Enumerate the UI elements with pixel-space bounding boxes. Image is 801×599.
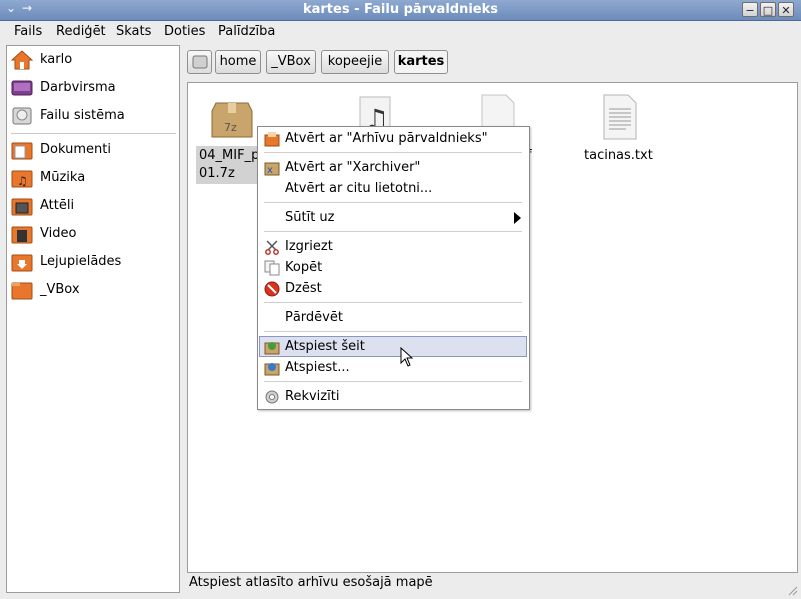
properties-icon [265,390,279,404]
close-button[interactable]: ✕ [778,2,794,17]
sidebar-item-karlo[interactable]: karlo [7,47,179,73]
submenu-arrow-icon [514,212,521,224]
text-file-icon [603,94,637,140]
sidebar-item-label: Lejupielādes [40,254,122,269]
status-bar: Atspiest atlasīto arhīvu esošajā mapē [189,575,433,590]
menu-bar: Fails Rediģēt Skats Doties Palīdzība [0,21,801,43]
menu-item-properties[interactable]: Rekvizīti [259,386,527,407]
sidebar-item-label: _VBox [40,282,80,297]
mouse-cursor-icon [400,347,414,367]
svg-text:♫: ♫ [17,174,28,188]
archive-manager-icon [264,132,280,147]
path-root-button[interactable] [187,50,212,74]
menu-item-send-to[interactable]: Sūtīt uz [259,207,527,228]
folder-pictures-icon [11,198,33,216]
menu-palidziba[interactable]: Palīdzība [218,24,275,39]
home-folder-icon [11,50,33,70]
menu-doties[interactable]: Doties [164,24,205,39]
folder-video-icon [11,226,33,244]
delete-icon [264,281,280,297]
extract-icon [264,363,280,376]
menu-rediget[interactable]: Rediģēt [56,24,106,39]
drive-icon [12,107,32,125]
sidebar-item-label: Attēli [40,198,75,213]
folder-documents-icon [11,142,33,160]
folder-music-icon: ♫ [11,170,33,188]
sidebar-item-label: Video [40,226,77,241]
maximize-button[interactable]: □ [760,2,776,17]
menu-item-rename[interactable]: Pārdēvēt [259,307,527,328]
sidebar-divider [11,133,176,134]
menu-item-copy[interactable]: Kopēt [259,257,527,278]
menu-item-delete[interactable]: Dzēst [259,278,527,299]
xarchiver-icon: x [264,162,280,176]
sidebar-item-video[interactable]: Video [7,221,179,247]
file-name: 04_MIF_p 01.7z [199,148,260,181]
file-name: tacinas.txt [584,148,653,163]
extract-here-icon [264,342,280,355]
sidebar-item-label: Failu sistēma [40,108,125,123]
sidebar-item-label: karlo [40,52,73,67]
sidebar-item-lejupielades[interactable]: Lejupielādes [7,249,179,275]
sidebar-item-failu-sistema[interactable]: Failu sistēma [7,103,179,129]
window-title: kartes - Failu pārvaldnieks [302,2,499,17]
menu-separator [264,231,522,232]
menu-item-open-archive-manager[interactable]: Atvērt ar "Arhīvu pārvaldnieks" [259,128,527,149]
copy-icon [264,260,280,276]
sidebar-item-label: Darbvirsma [40,80,116,95]
file-item-archive[interactable]: 7z [198,95,266,143]
sidebar-item-darbvirsma[interactable]: Darbvirsma [7,75,179,101]
path-segment-kopeejie[interactable]: kopeejie [321,50,389,74]
menu-item-open-other-app[interactable]: Atvērt ar citu lietotni... [259,178,527,199]
archive-7z-icon: 7z [211,102,253,138]
sidebar-item-atteli[interactable]: Attēli [7,193,179,219]
path-segment-home[interactable]: home [215,50,261,74]
file-item-text[interactable] [592,93,648,145]
svg-text:7z: 7z [224,121,237,134]
svg-text:x: x [267,165,273,176]
resize-grip-icon[interactable] [786,584,798,596]
sidebar-item-label: Dokumenti [40,142,111,157]
cut-icon [265,240,279,255]
sidebar-item-dokumenti[interactable]: Dokumenti [7,137,179,163]
menu-separator [264,302,522,303]
menu-separator [264,152,522,153]
path-segment-vbox[interactable]: _VBox [266,50,316,74]
path-segment-kartes[interactable]: kartes [394,50,448,74]
menu-separator [264,331,522,332]
title-bar: ⌄ → kartes - Failu pārvaldnieks − □ ✕ [0,0,801,21]
drive-icon [192,55,207,69]
menu-item-open-xarchiver[interactable]: x Atvērt ar "Xarchiver" [259,157,527,178]
desktop-icon [11,80,33,96]
menu-separator [264,202,522,203]
sidebar-item-label: Mūzika [40,170,86,185]
menu-fails[interactable]: Fails [14,24,42,39]
menu-separator [264,381,522,382]
menu-item-extract[interactable]: Atspiest... [259,357,527,378]
menu-item-cut[interactable]: Izgriezt [259,236,527,257]
sidebar-item-muzika[interactable]: ♫ Mūzika [7,165,179,191]
folder-icon [11,282,33,300]
minimize-button[interactable]: − [742,2,758,17]
menu-item-extract-here[interactable]: Atspiest šeit [259,336,527,357]
sidebar: karlo Darbvirsma Failu sistēma Dokumenti… [6,45,180,593]
sidebar-item-vbox[interactable]: _VBox [7,277,179,303]
menu-skats[interactable]: Skats [116,24,151,39]
folder-downloads-icon [11,254,33,272]
context-menu: Atvērt ar "Arhīvu pārvaldnieks" x Atvērt… [257,126,530,410]
